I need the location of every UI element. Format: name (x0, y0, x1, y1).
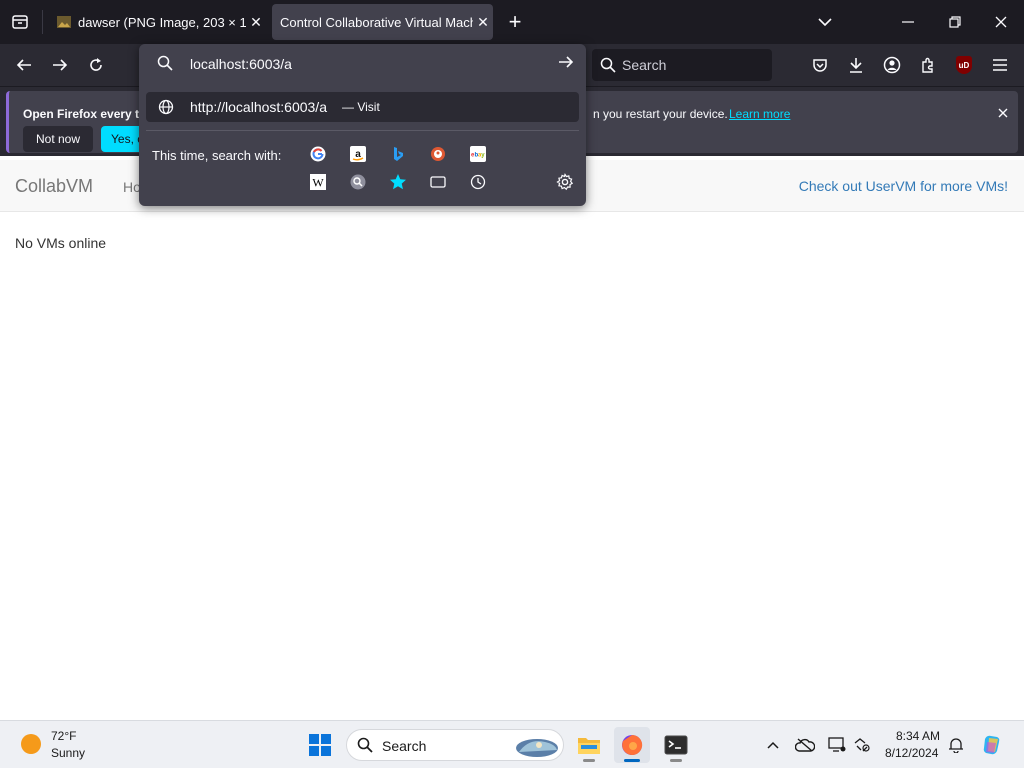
search-icon (357, 737, 373, 753)
forward-arrow-icon[interactable] (48, 53, 72, 77)
learn-more-link[interactable]: Learn more (729, 107, 790, 121)
taskbar-search-label: Search (382, 738, 427, 754)
tab-title: dawser (PNG Image, 203 × 178 pixels) (78, 14, 246, 30)
weather-condition[interactable]: Sunny (51, 746, 85, 760)
tab-title: Control Collaborative Virtual Machines! (280, 14, 473, 30)
not-now-button[interactable]: Not now (23, 126, 93, 152)
uservm-link[interactable]: Check out UserVM for more VMs! (799, 178, 1008, 194)
image-favicon-icon (56, 14, 72, 30)
close-window-icon[interactable] (991, 12, 1011, 32)
search-with-label: This time, search with: (152, 148, 282, 163)
minimize-icon[interactable] (898, 12, 918, 32)
active-indicator (624, 759, 640, 762)
notification-title: Open Firefox every ti (23, 107, 143, 121)
google-icon[interactable] (309, 145, 327, 163)
ublock-origin-icon[interactable]: uD (952, 53, 976, 77)
copilot-icon[interactable] (980, 732, 1006, 758)
search-engine-icon[interactable] (349, 173, 367, 191)
tab-list-icon[interactable] (10, 12, 30, 32)
file-explorer-icon[interactable] (571, 727, 607, 763)
duckduckgo-icon[interactable] (429, 145, 447, 163)
running-indicator (583, 759, 595, 762)
extensions-icon[interactable] (916, 53, 940, 77)
onedrive-icon[interactable] (795, 735, 815, 755)
tab-strip: dawser (PNG Image, 203 × 178 pixels) ✕ C… (0, 0, 1024, 44)
restore-icon[interactable] (945, 12, 965, 32)
downloads-icon[interactable] (844, 53, 868, 77)
svg-text:a: a (355, 149, 361, 160)
pocket-icon[interactable] (808, 53, 832, 77)
notification-bell-icon[interactable] (946, 735, 966, 755)
reload-icon[interactable] (84, 53, 108, 77)
clock-date[interactable]: 8/12/2024 (885, 746, 938, 760)
suggestion-action: — Visit (342, 100, 380, 114)
start-windows-icon[interactable] (302, 727, 338, 763)
search-icon (600, 57, 616, 73)
clock-time[interactable]: 8:34 AM (896, 729, 940, 743)
windows-taskbar: 72°F Sunny Search 8:34 AM 8/12/2024 (0, 720, 1024, 768)
amazon-icon[interactable]: a (349, 145, 367, 163)
taskbar-search-box[interactable]: Search (346, 729, 564, 761)
urlbar-dropdown: localhost:6003/a http://localhost:6003/a… (139, 44, 586, 206)
weather-sun-icon[interactable] (21, 734, 41, 754)
network-icon[interactable] (852, 735, 872, 755)
tab-collabvm[interactable]: Control Collaborative Virtual Machines! … (272, 4, 493, 40)
tab-close-icon[interactable]: ✕ (246, 14, 266, 31)
notification-text: n you restart your device. (593, 107, 728, 121)
wikipedia-icon[interactable]: W (309, 173, 327, 191)
tab-separator (42, 10, 43, 34)
ebay-icon[interactable]: ebay (469, 145, 487, 163)
go-arrow-icon[interactable] (558, 54, 574, 75)
menu-hamburger-icon[interactable] (988, 53, 1012, 77)
site-brand[interactable]: CollabVM (15, 176, 93, 197)
search-placeholder: Search (622, 57, 667, 73)
display-icon[interactable] (827, 735, 847, 755)
globe-icon (158, 99, 174, 120)
search-highlight-icon (516, 739, 558, 757)
suggestion-url: http://localhost:6003/a (190, 99, 327, 115)
running-indicator (670, 759, 682, 762)
bookmark-star-icon[interactable] (389, 173, 407, 191)
web-search-field[interactable]: Search (592, 49, 772, 81)
bing-icon[interactable] (389, 145, 407, 163)
gear-icon[interactable] (556, 173, 574, 196)
back-arrow-icon[interactable] (12, 53, 36, 77)
url-suggestion-row[interactable]: http://localhost:6003/a — Visit (146, 92, 579, 122)
screen: dawser (PNG Image, 203 × 178 pixels) ✕ C… (0, 0, 1024, 768)
tab-dawser-image[interactable]: dawser (PNG Image, 203 × 178 pixels) ✕ (48, 4, 266, 40)
history-clock-icon[interactable] (469, 173, 487, 191)
new-tab-button[interactable]: + (504, 9, 526, 34)
tabs-icon[interactable] (429, 173, 447, 191)
weather-temperature[interactable]: 72°F (51, 729, 76, 743)
url-input[interactable]: localhost:6003/a (190, 56, 292, 72)
terminal-icon[interactable] (658, 727, 694, 763)
vm-list-empty-message: No VMs online (15, 235, 107, 251)
tab-close-icon[interactable]: ✕ (473, 14, 493, 31)
list-all-tabs-chevron-icon[interactable] (815, 12, 835, 32)
chevron-up-icon[interactable] (763, 735, 783, 755)
close-icon[interactable] (998, 105, 1008, 121)
search-icon (157, 55, 173, 76)
divider (146, 130, 579, 131)
ublock-badge: uD (956, 56, 972, 74)
page-content: CollabVM Ho Check out UserVM for more VM… (0, 160, 1024, 720)
firefox-icon[interactable] (614, 727, 650, 763)
svg-text:W: W (312, 176, 324, 190)
account-icon[interactable] (880, 53, 904, 77)
